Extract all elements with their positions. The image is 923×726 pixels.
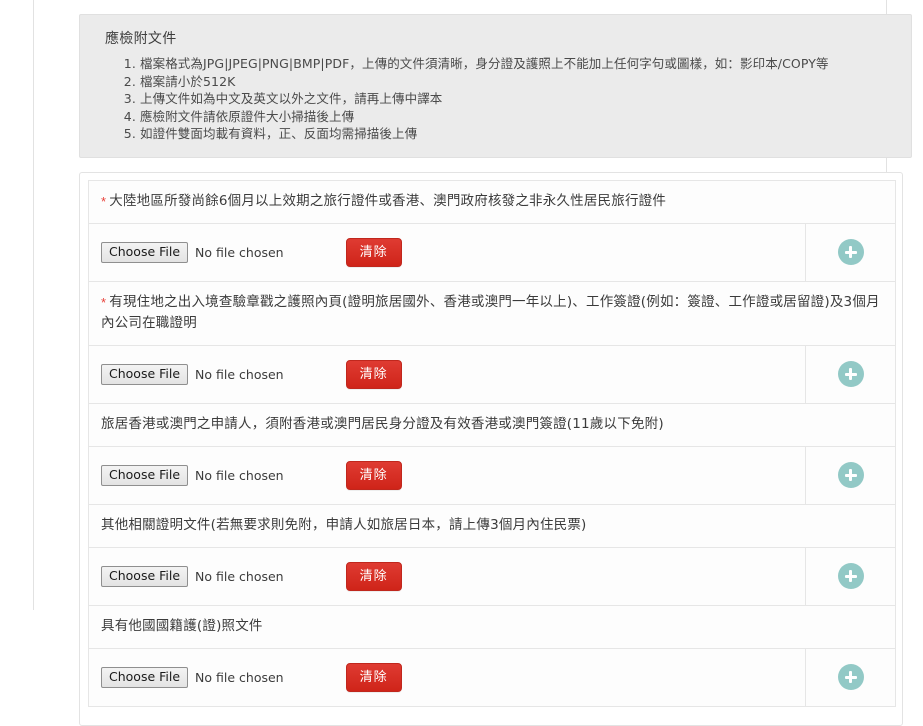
document-description-cell: 旅居香港或澳門之申請人，須附香港或澳門居民身分證及有效香港或澳門簽證(11歲以下…	[88, 402, 896, 447]
notice-item: 應檢附文件請依原證件大小掃描後上傳	[140, 108, 897, 126]
choose-file-button[interactable]: Choose File	[101, 464, 189, 486]
add-cell	[805, 647, 896, 707]
file-status-label: No file chosen	[195, 366, 284, 382]
table-row: Choose File No file chosen 清除	[88, 344, 896, 404]
clear-button[interactable]: 清除	[345, 460, 402, 490]
plus-icon[interactable]	[837, 239, 864, 265]
notice-item: 檔案格式為JPG|JPEG|PNG|BMP|PDF，上傳的文件須清晰，身分證及護…	[140, 55, 897, 73]
upload-controls: Choose File No file chosen 清除	[101, 359, 793, 389]
add-cell	[805, 344, 896, 404]
table-row: 旅居香港或澳門之申請人，須附香港或澳門居民身分證及有效香港或澳門簽證(11歲以下…	[88, 402, 896, 447]
table-row: * 大陸地區所發尚餘6個月以上效期之旅行證件或香港、澳門政府核發之非永久性居民旅行…	[88, 179, 896, 224]
choose-file-button[interactable]: Choose File	[101, 241, 189, 263]
file-status-label: No file chosen	[195, 244, 284, 260]
upload-cell: Choose File No file chosen 清除	[88, 445, 806, 505]
notice-item: 上傳文件如為中文及英文以外之文件，請再上傳中譯本	[140, 90, 897, 108]
choose-file-button[interactable]: Choose File	[101, 565, 189, 587]
file-input[interactable]: Choose File No file chosen	[101, 464, 284, 486]
add-cell	[805, 445, 896, 505]
plus-icon[interactable]	[837, 664, 864, 690]
table-row: Choose File No file chosen 清除	[88, 445, 896, 505]
content-column: 應檢附文件 檔案格式為JPG|JPEG|PNG|BMP|PDF，上傳的文件須清晰…	[79, 0, 912, 726]
upload-cell: Choose File No file chosen 清除	[88, 222, 806, 282]
upload-controls: Choose File No file chosen 清除	[101, 460, 793, 490]
notice-title: 應檢附文件	[105, 31, 177, 47]
table-row: 具有他國國籍護(證)照文件	[88, 604, 896, 649]
document-description: 其他相關證明文件(若無要求則免附，申請人如旅居日本，請上傳3個月內住民票)	[101, 516, 587, 533]
file-input[interactable]: Choose File No file chosen	[101, 666, 284, 688]
document-description: 具有他國國籍護(證)照文件	[101, 617, 263, 634]
document-description-cell: * 有現住地之出入境查驗章戳之護照內頁(證明旅居國外、香港或澳門一年以上)、工作簽…	[88, 280, 896, 346]
upload-cell: Choose File No file chosen 清除	[88, 647, 806, 707]
clear-button[interactable]: 清除	[345, 662, 402, 692]
choose-file-button[interactable]: Choose File	[101, 666, 189, 688]
table-row: * 有現住地之出入境查驗章戳之護照內頁(證明旅居國外、香港或澳門一年以上)、工作簽…	[88, 280, 896, 346]
choose-file-button[interactable]: Choose File	[101, 363, 189, 385]
add-cell	[805, 222, 896, 282]
document-description-cell: * 大陸地區所發尚餘6個月以上效期之旅行證件或香港、澳門政府核發之非永久性居民旅行…	[88, 179, 896, 224]
file-input[interactable]: Choose File No file chosen	[101, 363, 284, 385]
upload-cell: Choose File No file chosen 清除	[88, 344, 806, 404]
clear-button[interactable]: 清除	[345, 359, 402, 389]
page-frame: 應檢附文件 檔案格式為JPG|JPEG|PNG|BMP|PDF，上傳的文件須清晰…	[33, 0, 912, 726]
table-row: 其他相關證明文件(若無要求則免附，申請人如旅居日本，請上傳3個月內住民票)	[88, 503, 896, 548]
document-description-cell: 具有他國國籍護(證)照文件	[88, 604, 896, 649]
file-input[interactable]: Choose File No file chosen	[101, 241, 284, 263]
table-row: Choose File No file chosen 清除	[88, 647, 896, 707]
upload-controls: Choose File No file chosen 清除	[101, 662, 793, 692]
clear-button[interactable]: 清除	[345, 237, 402, 267]
document-description: 有現住地之出入境查驗章戳之護照內頁(證明旅居國外、香港或澳門一年以上)、工作簽證…	[101, 293, 880, 331]
file-input[interactable]: Choose File No file chosen	[101, 565, 284, 587]
table-row: Choose File No file chosen 清除	[88, 222, 896, 282]
plus-icon[interactable]	[837, 563, 864, 589]
notice-panel: 應檢附文件 檔案格式為JPG|JPEG|PNG|BMP|PDF，上傳的文件須清晰…	[79, 14, 912, 158]
clear-button[interactable]: 清除	[345, 561, 402, 591]
document-description: 大陸地區所發尚餘6個月以上效期之旅行證件或香港、澳門政府核發之非永久性居民旅行證…	[109, 192, 667, 209]
documents-panel: * 大陸地區所發尚餘6個月以上效期之旅行證件或香港、澳門政府核發之非永久性居民旅行…	[79, 171, 903, 726]
file-status-label: No file chosen	[195, 669, 284, 685]
notice-item: 如證件雙面均載有資料，正、反面均需掃描後上傳	[140, 125, 897, 143]
documents-table: * 大陸地區所發尚餘6個月以上效期之旅行證件或香港、澳門政府核發之非永久性居民旅行…	[88, 179, 896, 707]
document-description: 旅居香港或澳門之申請人，須附香港或澳門居民身分證及有效香港或澳門簽證(11歲以下…	[101, 415, 664, 432]
notice-list: 檔案格式為JPG|JPEG|PNG|BMP|PDF，上傳的文件須清晰，身分證及護…	[94, 55, 897, 143]
document-description-cell: 其他相關證明文件(若無要求則免附，申請人如旅居日本，請上傳3個月內住民票)	[88, 503, 896, 548]
upload-controls: Choose File No file chosen 清除	[101, 561, 793, 591]
plus-icon[interactable]	[837, 462, 864, 488]
upload-cell: Choose File No file chosen 清除	[88, 546, 806, 606]
required-star-icon: *	[101, 294, 107, 310]
add-cell	[805, 546, 896, 606]
upload-controls: Choose File No file chosen 清除	[101, 237, 793, 267]
required-star-icon: *	[101, 193, 107, 209]
table-row: Choose File No file chosen 清除	[88, 546, 896, 606]
file-status-label: No file chosen	[195, 467, 284, 483]
notice-item: 檔案請小於512K	[140, 73, 897, 91]
plus-icon[interactable]	[837, 361, 864, 387]
file-status-label: No file chosen	[195, 568, 284, 584]
